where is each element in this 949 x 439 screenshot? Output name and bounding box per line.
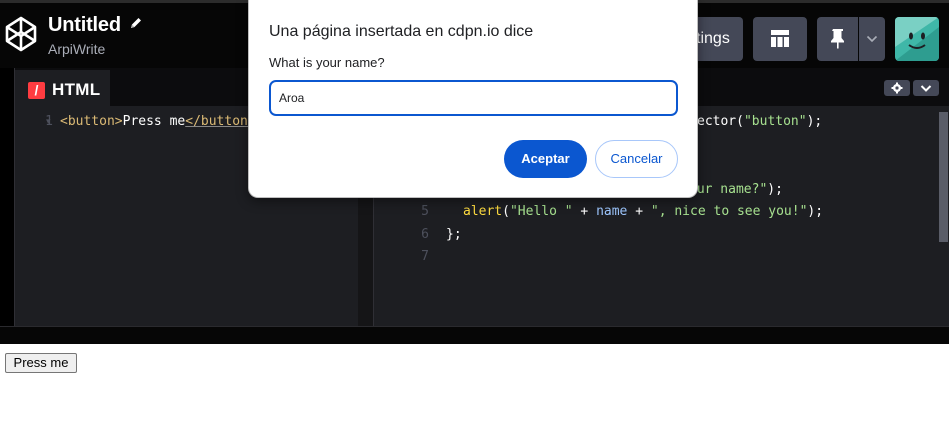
code-line: <button>Press me</button> — [60, 114, 256, 129]
js-editor-scrollbar[interactable] — [939, 106, 949, 326]
editor-settings-button[interactable] — [884, 80, 910, 96]
code-token: alert — [463, 204, 503, 219]
codepen-logo-icon[interactable] — [4, 15, 38, 53]
code-token: ); — [807, 204, 824, 219]
code-token: </button> — [185, 114, 256, 129]
code-line: ector("button"); — [697, 114, 822, 129]
code-token: ); — [767, 182, 783, 197]
code-token: "Hello " — [509, 204, 573, 219]
code-token: + — [572, 204, 597, 219]
tab-html-label: HTML — [52, 80, 101, 99]
layout-icon — [771, 30, 789, 47]
scrollbar-thumb[interactable] — [939, 112, 948, 242]
code-token: + — [627, 204, 651, 219]
code-line: }; — [446, 227, 462, 242]
pen-title[interactable]: Untitled — [48, 14, 121, 37]
code-token: ", nice to see you!" — [650, 204, 808, 219]
user-avatar-icon — [895, 17, 939, 61]
dialog-message: What is your name? — [269, 55, 385, 70]
chevron-down-icon — [920, 85, 932, 92]
code-token: <button> — [60, 114, 123, 129]
chevron-down-icon — [866, 35, 878, 43]
code-token: "button" — [743, 114, 807, 129]
editor-collapse-button[interactable] — [913, 80, 939, 96]
code-token: name — [596, 204, 628, 219]
pin-button[interactable] — [817, 17, 858, 61]
pen-title-area: Untitled ArpiWrite — [48, 14, 143, 57]
avatar[interactable] — [895, 17, 939, 61]
code-token: }; — [446, 227, 462, 242]
line-number: 5 — [421, 204, 429, 219]
code-token: Press me — [122, 114, 186, 129]
fold-arrow-icon[interactable]: ▾ — [46, 116, 51, 127]
name-input[interactable] — [269, 80, 678, 116]
dialog-title: Una página insertada en cdpn.io dice — [269, 23, 534, 40]
preview-resizer-bar[interactable] — [0, 326, 949, 344]
cancel-button[interactable]: Cancelar — [595, 140, 678, 178]
pen-author[interactable]: ArpiWrite — [48, 41, 143, 57]
code-token: ( — [502, 204, 510, 219]
press-me-button[interactable]: Press me — [5, 353, 77, 373]
code-line: alert("Hello " + name + ", nice to see y… — [463, 204, 823, 219]
line-number: 7 — [421, 249, 429, 264]
pencil-icon[interactable] — [129, 16, 143, 30]
result-preview: Press me — [0, 344, 949, 439]
accept-button[interactable]: Aceptar — [504, 140, 587, 178]
prompt-dialog: Una página insertada en cdpn.io dice Wha… — [248, 0, 698, 198]
gear-icon — [891, 82, 903, 94]
code-token: ); — [806, 114, 823, 129]
code-token: ector( — [697, 114, 744, 129]
code-token: our name?" — [689, 182, 768, 197]
pin-dropdown-button[interactable] — [859, 17, 885, 61]
tab-html[interactable]: / HTML — [15, 70, 110, 106]
html-file-icon: / — [28, 82, 45, 99]
line-number: 6 — [421, 227, 429, 242]
app-window: Untitled ArpiWrite Settings / HTML 1 ▾ <… — [0, 0, 949, 439]
change-view-button[interactable] — [753, 17, 807, 61]
pin-icon — [831, 29, 844, 49]
code-line: our name?"); — [689, 182, 783, 197]
